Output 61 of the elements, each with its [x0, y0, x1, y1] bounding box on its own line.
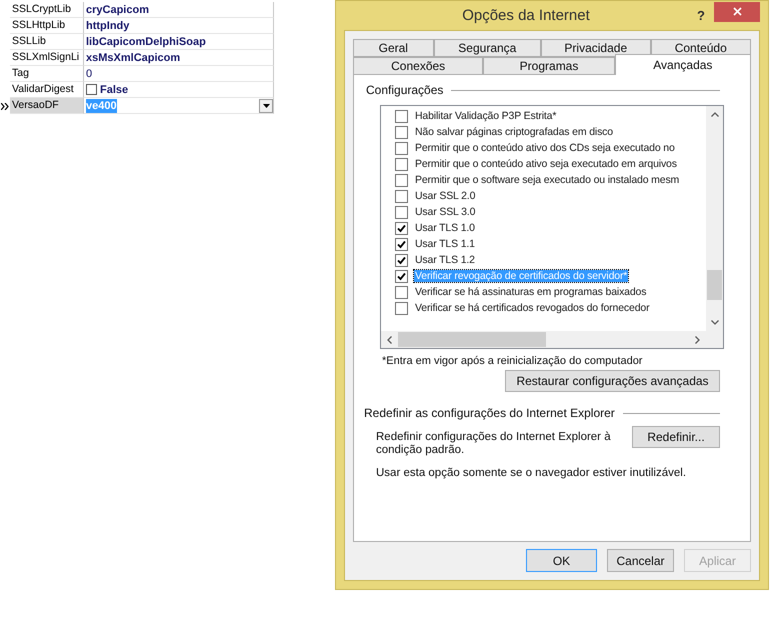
- window-title: Opções da Internet: [461, 7, 591, 24]
- property-name: SSLCryptLib: [10, 2, 84, 18]
- setting-label[interactable]: Usar TLS 1.0: [414, 222, 476, 234]
- dialog-button[interactable]: Cancelar: [607, 549, 674, 572]
- reset-description: Redefinir configurações do Internet Explorer à condição padrão.: [376, 431, 612, 457]
- reset-button[interactable]: Redefinir...: [632, 426, 720, 448]
- setting-label[interactable]: Permitir que o software seja executado ou instalado mesm: [414, 174, 680, 186]
- property-name: SSLLib: [10, 34, 84, 50]
- setting-label[interactable]: Habilitar Validação P3P Estrita*: [414, 110, 558, 122]
- scroll-thumb[interactable]: [398, 332, 546, 347]
- setting-label[interactable]: Verificar se há certificados revogados do fornecedor: [414, 302, 650, 314]
- checkbox[interactable]: [86, 84, 97, 95]
- setting-label[interactable]: Permitir que o conteúdo ativo seja executado em arquivos: [414, 158, 678, 170]
- property-name: SSLHttpLib: [10, 18, 84, 34]
- checkbox[interactable]: [395, 286, 408, 298]
- checkbox[interactable]: [395, 126, 408, 138]
- property-name: Tag: [10, 66, 84, 82]
- tab[interactable]: Conexões: [353, 57, 484, 75]
- checkbox[interactable]: [395, 158, 408, 170]
- tab[interactable]: Avançadas: [614, 54, 751, 75]
- help-button[interactable]: ?: [688, 6, 714, 26]
- close-icon: [732, 7, 742, 16]
- property-value: 0: [86, 66, 92, 80]
- dialog-button[interactable]: OK: [526, 549, 597, 572]
- group-label: Configurações: [366, 83, 444, 97]
- footnote: *Entra em vigor após a reinicialização do computador: [382, 355, 644, 367]
- setting-label[interactable]: Verificar se há assinaturas em programas baixados: [414, 286, 648, 298]
- property-name: SSLXmlSignLi: [10, 50, 84, 66]
- current-row-icon: [1, 102, 9, 110]
- property-value: libCapicomDelphiSoap: [86, 34, 206, 48]
- tab[interactable]: Geral: [353, 39, 434, 57]
- checkbox[interactable]: [395, 190, 408, 202]
- checkbox[interactable]: [395, 206, 408, 218]
- setting-label[interactable]: Usar SSL 2.0: [414, 190, 476, 202]
- setting-label[interactable]: Usar SSL 3.0: [414, 206, 476, 218]
- reset-note: Usar esta opção somente se o navegador estiver inutilizável.: [376, 467, 688, 479]
- horizontal-scrollbar[interactable]: [381, 331, 723, 348]
- scroll-thumb[interactable]: [707, 270, 722, 300]
- tab[interactable]: Segurança: [434, 39, 542, 57]
- tab[interactable]: Privacidade: [541, 39, 650, 57]
- property-name: ValidarDigest: [10, 82, 84, 98]
- checkbox[interactable]: [395, 142, 408, 154]
- setting-label[interactable]: Usar TLS 1.1: [414, 238, 476, 250]
- property-value: cryCapicom: [86, 2, 149, 16]
- group-label: Redefinir as configurações do Internet Explorer: [364, 406, 615, 420]
- checkbox[interactable]: [395, 174, 408, 186]
- setting-label[interactable]: Não salvar páginas criptografadas em disco: [414, 126, 614, 138]
- caret-icon: [262, 104, 270, 108]
- tab[interactable]: Programas: [483, 57, 615, 75]
- property-name: VersaoDF: [10, 98, 84, 114]
- checkbox[interactable]: [395, 110, 408, 122]
- setting-label[interactable]: Usar TLS 1.2: [414, 254, 476, 266]
- close-button[interactable]: [714, 2, 760, 22]
- checkbox[interactable]: [395, 302, 408, 314]
- dropdown-button[interactable]: [259, 98, 273, 112]
- vertical-scrollbar[interactable]: [706, 106, 723, 331]
- property-value: httpIndy: [86, 18, 130, 32]
- setting-label[interactable]: Permitir que o conteúdo ativo dos CDs seja executado no: [414, 142, 676, 154]
- property-value: xsMsXmlCapicom: [86, 50, 180, 64]
- restore-button[interactable]: Restaurar configurações avançadas: [505, 370, 720, 392]
- property-value: False: [100, 82, 128, 96]
